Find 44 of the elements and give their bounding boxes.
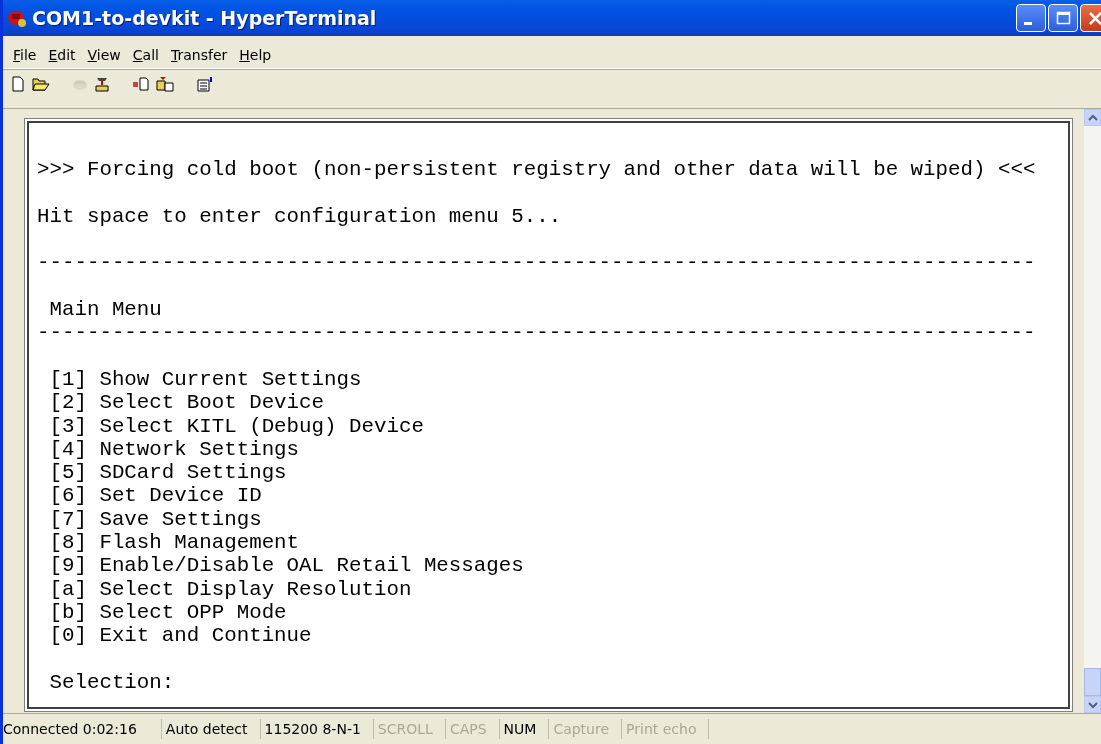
- terminal-line: [7] Save Settings: [48, 507, 263, 532]
- terminal-line: --------------------------------------------------------------------------------: [37, 321, 1037, 345]
- menu-item[interactable]: View: [81, 47, 127, 63]
- close-button[interactable]: [1080, 4, 1101, 32]
- menu-item[interactable]: Call: [126, 47, 165, 63]
- terminal-line: >>> Forcing cold boot (non-persistent registry and other data will be wiped) <<<: [37, 158, 1037, 182]
- terminal-line: [8] Flash Management: [48, 531, 301, 555]
- menu-item[interactable]: File: [7, 47, 43, 63]
- terminal-line: Main Menu: [48, 298, 163, 322]
- terminal-line: [4] Network Settings: [48, 437, 301, 462]
- terminal-line: [a] Select Display Resolution: [48, 577, 413, 601]
- scroll-up-button[interactable]: [1084, 109, 1101, 126]
- scroll-thumb[interactable]: [1084, 668, 1101, 696]
- minimize-icon: [1024, 21, 1032, 25]
- scrollbar[interactable]: [1084, 109, 1101, 713]
- status-panel: Capture: [553, 719, 623, 739]
- status-panel: Connected 0:02:16: [3, 719, 162, 739]
- terminal-line: Hit space to enter configuration menu 5...: [37, 204, 563, 229]
- terminal-line: [0] Exit and Continue: [48, 624, 313, 648]
- terminal-line: [3] Select KITL (Debug) Device: [48, 414, 425, 438]
- status-panel: SCROLL: [377, 719, 446, 739]
- terminal-line: [1] Show Current Settings: [48, 367, 363, 392]
- status-panel: Print echo: [626, 719, 710, 739]
- terminal-line: [b] Select OPP Mode: [48, 600, 288, 625]
- status-panel: Auto detect: [165, 719, 261, 739]
- status-panel: NUM: [503, 719, 550, 739]
- minimize-button[interactable]: [1016, 4, 1046, 32]
- window-title: COM1-to-devkit - HyperTerminal: [32, 7, 378, 29]
- terminal-line: Selection:: [48, 670, 176, 695]
- terminal-line: [6] Set Device ID: [48, 484, 263, 508]
- menu-item[interactable]: Edit: [42, 47, 82, 63]
- scroll-down-button[interactable]: [1084, 696, 1101, 713]
- menu-item[interactable]: Transfer: [164, 47, 234, 63]
- maximize-button[interactable]: [1048, 4, 1078, 32]
- receive-folder-icon[interactable]: [153, 74, 177, 94]
- status-panel: CAPS: [449, 719, 500, 739]
- terminal-line: [2] Select Boot Device: [48, 391, 326, 415]
- terminal-line: --------------------------------------------------------------------------------: [37, 251, 1037, 275]
- chevron-up-icon: [1087, 113, 1098, 122]
- terminal-line: [5] SDCard Settings: [48, 461, 288, 485]
- menu-item[interactable]: Help: [233, 47, 278, 63]
- chevron-down-icon: [1087, 700, 1098, 709]
- status-panel: 115200 8-N-1: [264, 719, 374, 739]
- terminal-line: [9] Enable/Disable OAL Retail Messages: [48, 554, 525, 578]
